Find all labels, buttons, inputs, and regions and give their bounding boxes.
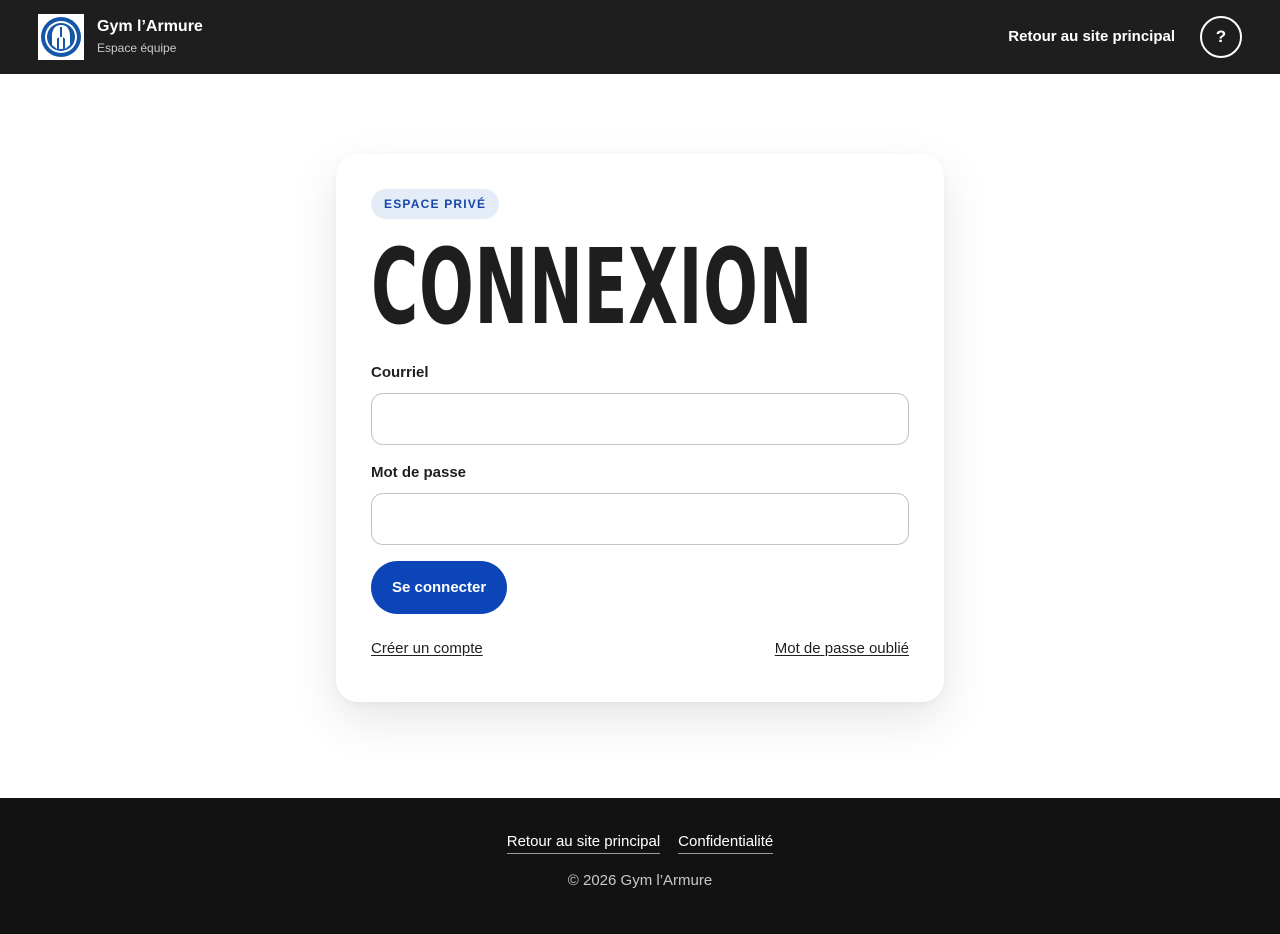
site-footer: Retour au site principal Confidentialité…: [0, 798, 1280, 934]
footer-main-site-link[interactable]: Retour au site principal: [506, 831, 661, 854]
account-links: Créer un compte Mot de passe oublié: [371, 640, 909, 657]
help-button[interactable]: ?: [1200, 16, 1242, 58]
login-button[interactable]: Se connecter: [371, 561, 508, 614]
forgot-password-link[interactable]: Mot de passe oublié: [775, 640, 909, 657]
logo-graphic: [41, 17, 81, 57]
private-area-badge: ESPACE PRIVÉ: [371, 189, 500, 219]
brand-subtitle: Espace équipe: [97, 41, 177, 55]
brand-block: Gym l’Armure Espace équipe: [97, 17, 203, 57]
password-field[interactable]: [371, 493, 909, 545]
footer-privacy-link[interactable]: Confidentialité: [678, 831, 774, 854]
spartan-helmet-logo-icon[interactable]: [38, 14, 84, 60]
copyright-text: © 2026 Gym l’Armure: [567, 872, 713, 889]
email-label: Courriel: [371, 364, 429, 381]
password-label: Mot de passe: [371, 464, 467, 481]
page-title: CONNEXION: [371, 226, 814, 348]
create-account-link[interactable]: Créer un compte: [371, 640, 483, 657]
top-navbar: Gym l’Armure Espace équipe Retour au sit…: [0, 0, 1280, 74]
login-card: ESPACE PRIVÉ CONNEXION Courriel Mot de p…: [336, 154, 944, 702]
brand-name[interactable]: Gym l’Armure: [97, 17, 203, 37]
main-site-link[interactable]: Retour au site principal: [1008, 26, 1175, 48]
email-field[interactable]: [371, 393, 909, 445]
footer-links: Retour au site principal Confidentialité: [0, 831, 1280, 854]
